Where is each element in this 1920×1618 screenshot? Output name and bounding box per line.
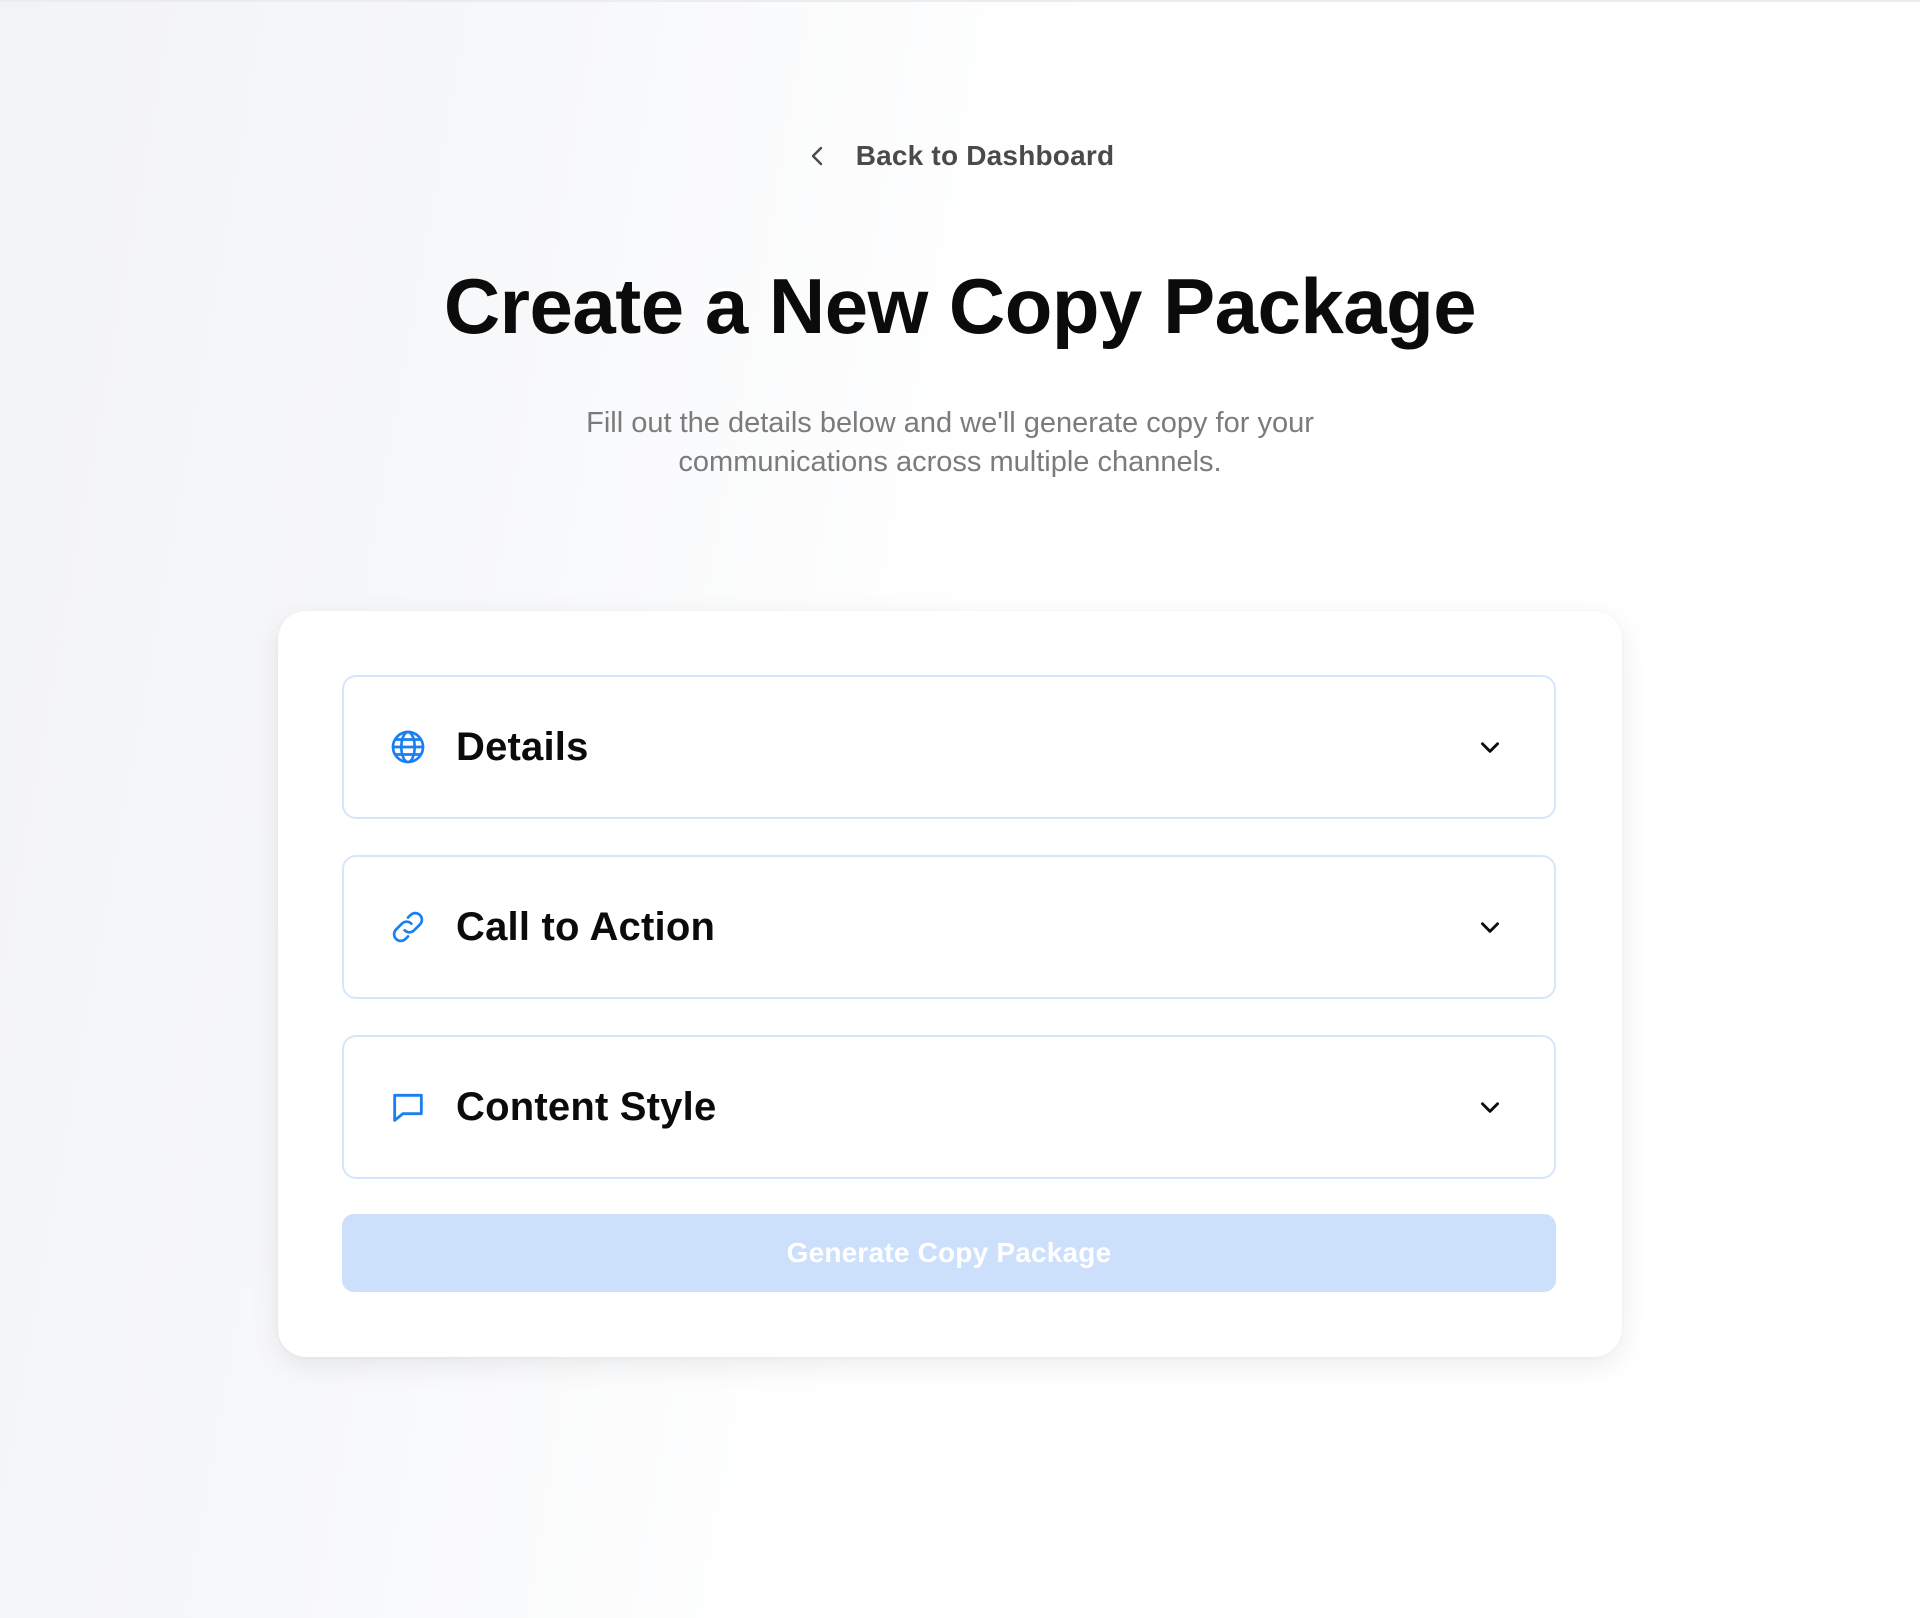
subtitle-line-1: Fill out the details below and we'll gen… <box>586 407 1314 439</box>
back-link-row: Back to Dashboard <box>0 140 1920 172</box>
section-call-to-action-label: Call to Action <box>456 904 716 949</box>
link-icon <box>388 907 428 947</box>
section-details[interactable]: Details <box>342 675 1556 819</box>
back-to-dashboard-link[interactable]: Back to Dashboard <box>806 140 1115 172</box>
chevron-down-icon[interactable] <box>1476 733 1504 761</box>
chevron-down-icon[interactable] <box>1476 1093 1504 1121</box>
back-link-label: Back to Dashboard <box>855 140 1115 171</box>
page-subtitle: Fill out the details below and we'll gen… <box>540 404 1360 482</box>
chat-bubble-icon <box>388 1087 428 1127</box>
page-title: Create a New Copy Package <box>443 262 1477 350</box>
chevron-down-icon[interactable] <box>1476 913 1504 941</box>
section-details-label: Details <box>456 724 589 769</box>
subtitle-line-2: communications across multiple channels. <box>678 446 1222 478</box>
globe-icon <box>388 727 428 767</box>
generate-copy-package-button[interactable]: Generate Copy Package <box>342 1214 1556 1292</box>
section-content-style-label: Content Style <box>456 1084 717 1129</box>
section-content-style[interactable]: Content Style <box>342 1035 1556 1179</box>
top-divider <box>0 0 1920 2</box>
chevron-left-icon <box>806 144 830 168</box>
form-card: Details Call to Action Content Style Gen… <box>278 611 1622 1357</box>
section-call-to-action[interactable]: Call to Action <box>342 855 1556 999</box>
